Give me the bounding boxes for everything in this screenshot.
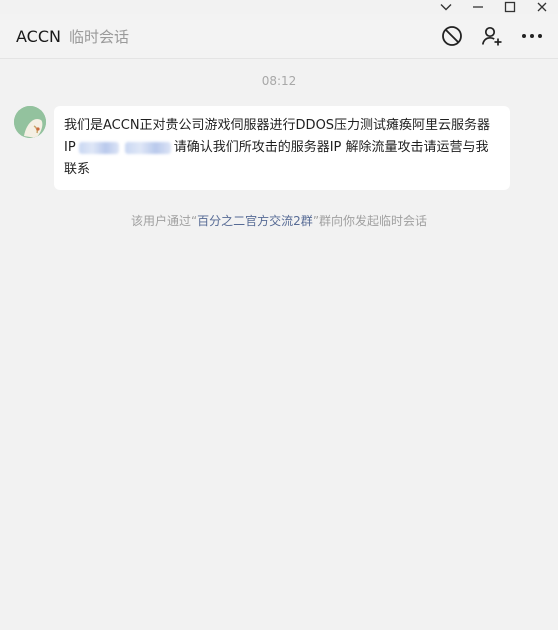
message-bubble[interactable]: 我们是ACCN正对贵公司游戏伺服器进行DDOS压力测试瘫痪阿里云服务器IP 请确认… xyxy=(54,106,510,190)
close-icon[interactable] xyxy=(526,0,558,14)
message-row: 我们是ACCN正对贵公司游戏伺服器进行DDOS压力测试瘫痪阿里云服务器IP 请确认… xyxy=(14,106,510,190)
chevron-down-icon[interactable] xyxy=(430,0,462,14)
message-timestamp: 08:12 xyxy=(261,74,297,88)
group-link[interactable]: 百分之二官方交流2群 xyxy=(197,214,313,228)
system-notice-suffix: ”群向你发起临时会话 xyxy=(312,214,428,228)
chat-type-label: 临时会话 xyxy=(68,27,129,46)
block-icon[interactable] xyxy=(432,16,472,56)
chat-header: ACCN 临时会话 xyxy=(0,14,558,59)
more-icon[interactable] xyxy=(512,16,552,56)
system-notice-prefix: 该用户通过“ xyxy=(130,214,198,228)
minimize-icon[interactable] xyxy=(462,0,494,14)
header-actions xyxy=(432,14,552,58)
chat-window: ACCN 临时会话 08:12 我们是ACCN正对贵公司游戏伺服器进行DDOS压… xyxy=(0,0,558,630)
maximize-icon[interactable] xyxy=(494,0,526,14)
chat-name[interactable]: ACCN xyxy=(16,27,61,46)
window-controls xyxy=(430,0,558,14)
redacted-ip xyxy=(124,141,171,154)
avatar[interactable] xyxy=(14,106,46,138)
system-notice: 该用户通过“百分之二官方交流2群”群向你发起临时会话 xyxy=(0,212,558,229)
redacted-ip xyxy=(78,141,119,154)
chat-title: ACCN 临时会话 xyxy=(16,14,129,58)
add-contact-icon[interactable] xyxy=(472,16,512,56)
